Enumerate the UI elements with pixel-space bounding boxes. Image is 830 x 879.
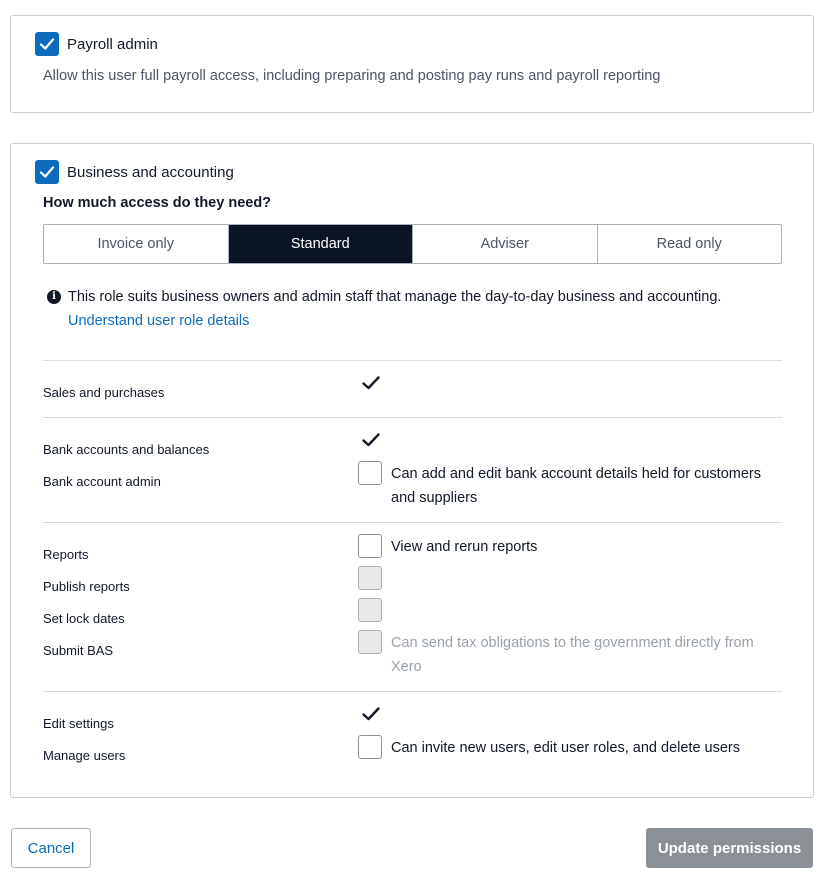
payroll-admin-description: Allow this user full payroll access, inc… (43, 68, 661, 84)
divider (43, 691, 782, 692)
submit-bas-description: Can send tax obligations to the governme… (391, 635, 754, 675)
payroll-admin-checkbox[interactable] (35, 32, 59, 56)
manage-users-checkbox[interactable] (358, 735, 382, 759)
granted-check-icon (362, 707, 380, 721)
perm-label-bank-account-admin: Bank account admin (43, 474, 161, 489)
divider (43, 522, 782, 523)
publish-reports-checkbox (358, 566, 382, 590)
cancel-button[interactable]: Cancel (11, 828, 91, 868)
perm-label-submit-bas: Submit BAS (43, 643, 114, 658)
bank-account-admin-checkbox[interactable] (358, 461, 382, 485)
granted-check-icon (362, 376, 380, 390)
perm-label-manage-users: Manage users (43, 748, 126, 763)
business-accounting-card: Business and accounting How much access … (10, 143, 814, 798)
access-level-read-only[interactable]: Read only (597, 225, 781, 263)
perm-label-reports: Reports (43, 547, 89, 562)
access-level-selector: Invoice only Standard Adviser Read only (43, 224, 782, 264)
access-level-adviser[interactable]: Adviser (413, 225, 598, 263)
perm-label-edit-settings: Edit settings (43, 716, 114, 731)
manage-users-description: Can invite new users, edit user roles, a… (391, 740, 740, 756)
perm-label-bank-accounts: Bank accounts and balances (43, 442, 210, 457)
reports-checkbox[interactable] (358, 534, 382, 558)
payroll-admin-label[interactable]: Payroll admin (67, 36, 158, 53)
checkmark-icon (39, 166, 55, 178)
perm-label-sales-purchases: Sales and purchases (43, 385, 165, 400)
bank-account-admin-description: Can add and edit bank account details he… (391, 466, 761, 506)
divider (43, 417, 782, 418)
access-level-standard[interactable]: Standard (228, 225, 413, 263)
business-accounting-label[interactable]: Business and accounting (67, 164, 234, 181)
update-permissions-button[interactable]: Update permissions (646, 828, 813, 868)
reports-description: View and rerun reports (391, 539, 538, 555)
set-lock-dates-checkbox (358, 598, 382, 622)
granted-check-icon (362, 433, 380, 447)
role-info-text: This role suits business owners and admi… (68, 289, 722, 305)
perm-label-set-lock-dates: Set lock dates (43, 611, 125, 626)
info-icon: i (47, 290, 61, 304)
divider (43, 360, 782, 361)
checkmark-icon (39, 38, 55, 50)
access-level-invoice-only[interactable]: Invoice only (44, 225, 229, 263)
payroll-admin-card: Payroll admin Allow this user full payro… (10, 15, 814, 113)
role-details-link[interactable]: Understand user role details (68, 309, 249, 333)
perm-label-publish-reports: Publish reports (43, 579, 130, 594)
access-question: How much access do they need? (43, 195, 272, 211)
business-accounting-checkbox[interactable] (35, 160, 59, 184)
submit-bas-checkbox (358, 630, 382, 654)
